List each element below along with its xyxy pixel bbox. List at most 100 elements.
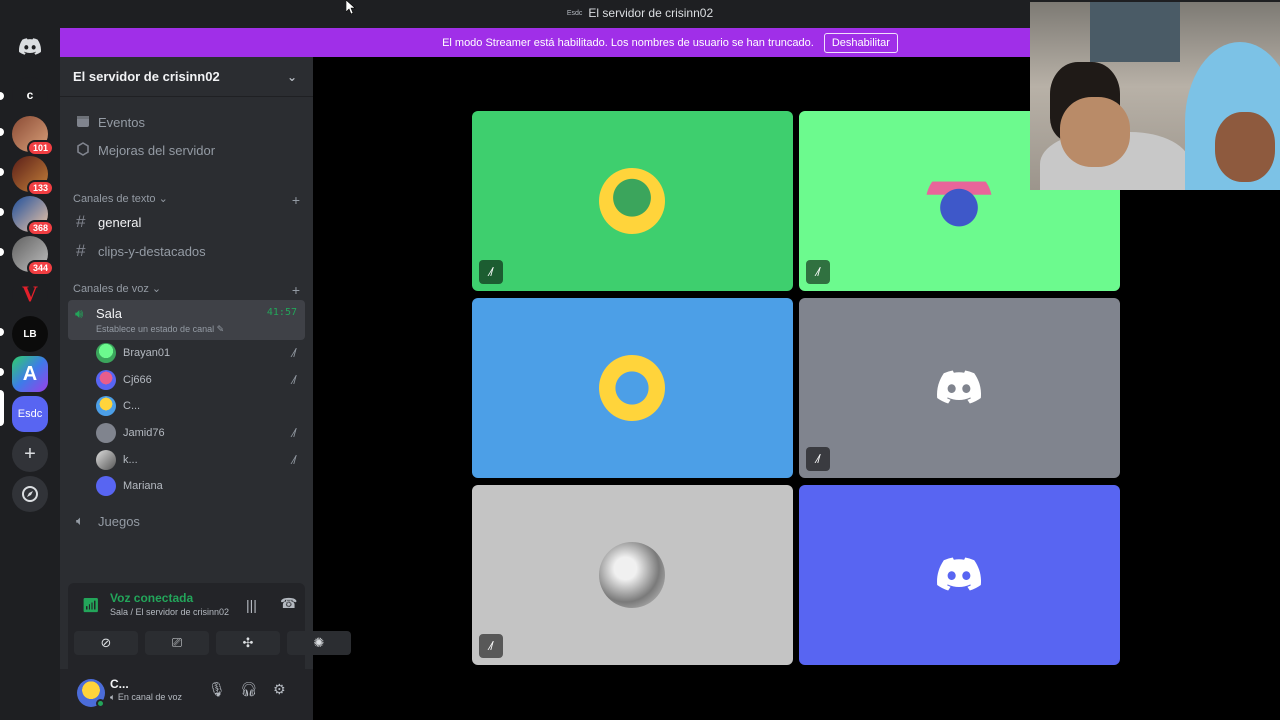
voice-user[interactable]: C... xyxy=(96,394,301,418)
unread-pill xyxy=(0,128,4,136)
voice-category-label: Canales de voz xyxy=(73,283,149,295)
hash-icon: # xyxy=(76,212,86,231)
server-avatar-4[interactable]: 344 xyxy=(12,236,54,276)
user-name: C... xyxy=(110,677,129,691)
avatar xyxy=(96,450,116,470)
channel-general-label: general xyxy=(98,214,142,230)
microphone-icon[interactable]: 🎙︎ xyxy=(208,681,226,698)
server-boosts-item[interactable]: Mejoras del servidor xyxy=(68,137,305,163)
muted-mic-icon: ⁄̸ xyxy=(479,260,503,284)
text-channels-category[interactable]: Canales de texto ⌄ + xyxy=(73,192,300,208)
muted-mic-icon: ⁄̸ xyxy=(806,447,830,471)
soundboard-button[interactable]: ✺ xyxy=(287,631,351,655)
online-status-dot xyxy=(96,699,105,708)
server-avatar-3[interactable]: 368 xyxy=(12,196,54,236)
streamer-banner-text: El modo Streamer está habilitado. Los no… xyxy=(442,36,814,49)
voice-user[interactable]: k... ⁄̸ xyxy=(96,448,301,472)
avatar xyxy=(96,423,116,443)
mention-badge: 368 xyxy=(26,220,54,236)
unread-pill xyxy=(0,248,4,256)
unread-pill xyxy=(0,168,4,176)
title-server-icon: Esdc xyxy=(566,10,583,17)
server-avatar-1[interactable]: 101 xyxy=(12,116,54,156)
person-face xyxy=(1215,112,1275,182)
channel-general[interactable]: # general xyxy=(68,209,305,235)
voice-user-name: Jamid76 xyxy=(123,427,165,439)
screen-share-icon: ⎚ xyxy=(171,635,183,650)
calendar-icon xyxy=(76,114,90,131)
boost-icon xyxy=(76,141,90,159)
voice-user[interactable]: Cj666 ⁄̸ xyxy=(96,368,301,392)
server-esdc[interactable]: Esdc xyxy=(12,396,48,432)
voice-channels-category[interactable]: Canales de voz ⌄ + xyxy=(73,282,300,298)
video-tile-4[interactable]: ⁄̸ xyxy=(799,298,1120,478)
headphones-icon[interactable]: 🎧︎ xyxy=(240,681,258,698)
server-c[interactable]: c xyxy=(12,77,48,113)
muted-mic-icon: ⁄̸ xyxy=(292,426,295,440)
disable-streamer-button[interactable]: Deshabilitar xyxy=(823,32,898,53)
explore-icon[interactable] xyxy=(12,476,48,512)
server-a[interactable]: A xyxy=(12,356,48,392)
add-channel-icon[interactable]: + xyxy=(292,282,300,298)
video-tile-6[interactable] xyxy=(799,485,1120,665)
channel-status[interactable]: Establece un estado de canal ✎ xyxy=(96,324,224,335)
voice-user[interactable]: Jamid76 ⁄̸ xyxy=(96,421,301,445)
mention-badge: 344 xyxy=(26,260,54,276)
unread-pill xyxy=(0,328,4,336)
chevron-down-icon: ⌄ xyxy=(286,70,297,84)
voice-user[interactable]: Brayan01 ⁄̸ xyxy=(96,341,301,365)
muted-mic-icon: ⁄̸ xyxy=(806,260,830,284)
add-server-icon[interactable]: + xyxy=(12,436,48,472)
voice-channel-juegos[interactable]: 🔈︎ Juegos xyxy=(68,508,305,534)
voice-channel-name: Sala xyxy=(96,306,123,321)
gear-icon[interactable]: ⚙ xyxy=(273,681,286,698)
voice-user[interactable]: Mariana xyxy=(96,474,301,498)
muted-mic-icon: ⁄̸ xyxy=(292,453,295,467)
avatar xyxy=(96,476,116,496)
channel-sidebar: El servidor de crisinn02 ⌄ Eventos Mejor… xyxy=(60,57,351,720)
unread-pill xyxy=(0,368,4,376)
add-channel-icon[interactable]: + xyxy=(292,192,300,208)
video-tile-3[interactable] xyxy=(472,298,793,478)
avatar xyxy=(96,343,116,363)
avatar xyxy=(599,168,665,234)
server-header[interactable]: El servidor de crisinn02 ⌄ xyxy=(60,57,313,97)
text-category-label: Canales de texto xyxy=(73,193,156,205)
unread-pill xyxy=(0,92,4,100)
soundboard-icon: ✺ xyxy=(313,635,325,650)
boosts-label: Mejoras del servidor xyxy=(98,142,216,158)
voice-connected-title[interactable]: Voz conectada xyxy=(110,591,193,605)
unread-pill xyxy=(0,208,4,216)
speaker-icon: 🔈︎ xyxy=(76,513,84,528)
juegos-label: Juegos xyxy=(98,513,140,529)
discord-logo-icon xyxy=(937,557,981,591)
voice-user-name: Cj666 xyxy=(123,374,152,386)
screen-share-button[interactable]: ⎚ xyxy=(145,631,209,655)
speaker-icon: 🔊︎ xyxy=(75,306,84,321)
server-lb[interactable]: LB xyxy=(12,316,48,352)
activities-button[interactable]: ✣ xyxy=(216,631,280,655)
mention-badge: 101 xyxy=(26,140,54,156)
voice-channel-sala[interactable]: 🔊︎ Sala 41:57 Establece un estado de can… xyxy=(68,300,305,340)
camera-off-button[interactable]: ⊘ xyxy=(74,631,138,655)
video-tile-1[interactable]: ⁄̸ xyxy=(472,111,793,291)
server-rail: c 101 133 368 344 V LB A Esdc + xyxy=(0,28,60,720)
noise-suppression-icon[interactable]: ||| xyxy=(246,597,257,613)
user-panel: C... 🔈︎ En canal de voz 🎙︎ 🎧︎ ⚙ xyxy=(60,669,313,720)
channel-clips-label: clips-y-destacados xyxy=(98,243,206,259)
webcam-overlay xyxy=(1030,2,1280,190)
hash-icon: # xyxy=(76,241,86,260)
server-avatar-2[interactable]: 133 xyxy=(12,156,54,196)
background-shelf xyxy=(1090,2,1180,62)
disconnect-icon[interactable]: ☎︎ xyxy=(280,595,297,612)
voice-connected-subtitle[interactable]: Sala / El servidor de crisinn02 xyxy=(110,607,229,617)
signal-icon: 📶︎ xyxy=(82,597,100,613)
events-item[interactable]: Eventos xyxy=(68,109,305,135)
server-v[interactable]: V xyxy=(12,276,48,312)
discord-home-icon[interactable] xyxy=(12,28,48,64)
video-tile-5[interactable]: ⁄̸ xyxy=(472,485,793,665)
channel-clips[interactable]: # clips-y-destacados xyxy=(68,238,305,264)
person-face xyxy=(1060,97,1130,167)
camera-off-icon: ⊘ xyxy=(100,635,112,650)
user-status: 🔈︎ En canal de voz xyxy=(110,692,182,702)
